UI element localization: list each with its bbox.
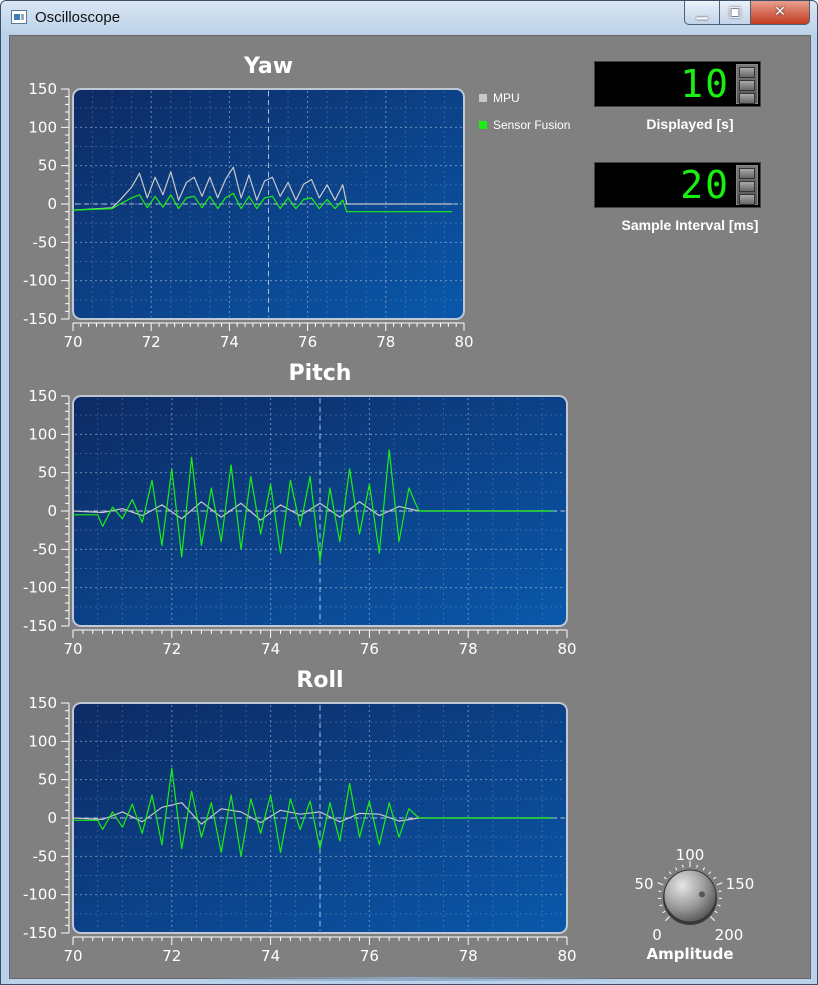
x-tick-label: 70 xyxy=(63,333,82,351)
knob-tick xyxy=(662,910,666,914)
legend-label-sensor-fusion: Sensor Fusion xyxy=(493,118,571,132)
chart-pitch: Pitch 150 100 50 0 -50 -100 -150 70 72 74 76 78 80 xyxy=(23,361,577,658)
y-tick-label: 0 xyxy=(47,809,57,827)
y-tick-label: 100 xyxy=(28,732,57,750)
knob-scale-label: 50 xyxy=(634,875,653,893)
oscilloscope-window: Oscilloscope ▁ ▣ ✕ Yaw 150 100 50 0 -50 -100 -1… xyxy=(0,0,818,985)
knob-tick xyxy=(675,867,678,871)
x-tick-label: 70 xyxy=(63,947,82,965)
x-tick-label: 74 xyxy=(261,947,280,965)
y-tick-label: 50 xyxy=(38,771,57,789)
knob-scale-label: 100 xyxy=(676,846,705,864)
legend-swatch-sensor-fusion xyxy=(479,121,487,129)
y-tick-label: 50 xyxy=(38,157,57,175)
y-tick-label: 0 xyxy=(47,195,57,213)
chart-roll: Roll 150 100 50 0 -50 -100 -150 70 72 74 76 78 80 xyxy=(23,668,577,965)
y-tick-label: -50 xyxy=(33,847,58,865)
knob-tick xyxy=(657,882,664,886)
amplitude-knob[interactable]: 0 50 100 150 200Amplitude xyxy=(634,846,754,963)
knob-body xyxy=(663,869,717,923)
x-tick-label: 78 xyxy=(376,333,395,351)
y-tick-label: 100 xyxy=(28,118,57,136)
legend-swatch-mpu xyxy=(479,94,487,102)
knob-indicator xyxy=(699,891,705,898)
amplitude-label: Amplitude xyxy=(646,945,733,963)
displayed-spinner[interactable] xyxy=(736,64,758,104)
displayed-value: 10 xyxy=(680,62,730,106)
legend-item-sensor-fusion: Sensor Fusion xyxy=(479,118,589,136)
chart-title: Yaw xyxy=(243,54,293,79)
y-tick-label: -150 xyxy=(23,924,57,942)
legend-item-mpu: MPU xyxy=(479,91,589,109)
chart-yaw: Yaw 150 100 50 0 -50 -100 -150 70 72 74 76 78 80 xyxy=(23,54,474,351)
charts-svg: Yaw150100500-50-100-15070 72 74 76 78 80Pitch… xyxy=(23,54,754,965)
knob-scale-label: 150 xyxy=(726,875,755,893)
knob-scale-label: 0 xyxy=(652,926,662,944)
x-tick-label: 76 xyxy=(360,640,379,658)
knob-tick xyxy=(717,904,721,907)
displayed-lcd[interactable]: 10 xyxy=(594,61,761,107)
y-tick-label: 150 xyxy=(28,387,57,405)
chart-title: Roll xyxy=(296,668,343,693)
resize-grip[interactable] xyxy=(201,977,621,981)
y-tick-label: -50 xyxy=(33,233,58,251)
y-tick-label: 150 xyxy=(28,694,57,712)
x-tick-label: 76 xyxy=(360,947,379,965)
x-tick-label: 74 xyxy=(220,333,239,351)
x-tick-label: 76 xyxy=(298,333,317,351)
y-tick-label: 100 xyxy=(28,425,57,443)
knob-tick xyxy=(714,910,718,914)
x-tick-label: 70 xyxy=(63,640,82,658)
x-tick-label: 72 xyxy=(162,640,181,658)
x-tick-label: 80 xyxy=(454,333,473,351)
y-tick-label: -50 xyxy=(33,540,58,558)
sample-interval-spinner[interactable] xyxy=(736,165,758,205)
knob-tick xyxy=(696,864,698,868)
knob-tick xyxy=(659,904,663,907)
x-tick-label: 80 xyxy=(557,947,576,965)
x-tick-label: 78 xyxy=(459,947,478,965)
knob-tick xyxy=(710,916,716,922)
knob-tick xyxy=(663,876,667,880)
legend-label-mpu: MPU xyxy=(493,91,520,105)
y-tick-label: -150 xyxy=(23,617,57,635)
sample-interval-value: 20 xyxy=(680,163,730,207)
knob-scale-label: 200 xyxy=(715,926,744,944)
y-tick-label: 50 xyxy=(38,464,57,482)
knob-tick xyxy=(716,882,723,886)
knob-tick xyxy=(702,867,705,871)
y-tick-label: -100 xyxy=(23,272,57,290)
y-tick-label: -150 xyxy=(23,310,57,328)
y-tick-label: 150 xyxy=(28,80,57,98)
x-tick-label: 72 xyxy=(142,333,161,351)
y-tick-label: -100 xyxy=(23,886,57,904)
y-tick-label: -100 xyxy=(23,579,57,597)
legend: MPU Sensor Fusion xyxy=(479,91,589,136)
sample-interval-label: Sample Interval [ms] xyxy=(621,217,759,233)
knob-tick xyxy=(664,916,670,922)
knob-tick xyxy=(668,871,672,875)
displayed-label: Displayed [s] xyxy=(646,116,734,132)
x-tick-label: 80 xyxy=(557,640,576,658)
x-tick-label: 74 xyxy=(261,640,280,658)
y-tick-label: 0 xyxy=(47,502,57,520)
x-tick-label: 78 xyxy=(459,640,478,658)
knob-tick xyxy=(708,871,712,875)
knob-tick xyxy=(682,864,684,868)
knob-tick xyxy=(713,876,717,880)
x-tick-label: 72 xyxy=(162,947,181,965)
chart-title: Pitch xyxy=(289,361,352,386)
sample-interval-lcd[interactable]: 20 xyxy=(594,162,761,208)
